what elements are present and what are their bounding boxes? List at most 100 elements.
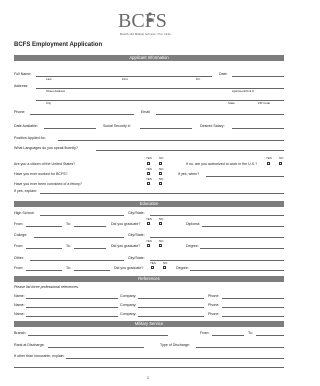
hs-graduate-label: Did you graduate? (111, 222, 141, 226)
felony-yes-caption: YES (146, 177, 152, 181)
branch-field[interactable] (28, 335, 168, 336)
other-graduate-no-checkbox[interactable] (163, 266, 167, 270)
college-label: College: (14, 233, 28, 237)
reference-2-phone-label: Phone: (208, 303, 220, 307)
military-to-field[interactable] (256, 335, 284, 336)
worked-yes-checkbox[interactable] (147, 172, 151, 176)
city-state-zip-field[interactable] (36, 100, 284, 101)
reference-3-phone-field[interactable] (222, 316, 284, 317)
high-school-label: High School: (14, 211, 35, 215)
section-references: References (14, 276, 284, 282)
desired-salary-field[interactable] (232, 128, 284, 129)
other-graduate-label: Did you graduate? (114, 266, 144, 270)
felony-yes-checkbox[interactable] (147, 182, 151, 186)
mi-caption: M.I. (196, 77, 201, 81)
other-degree-label: Degree: (176, 266, 189, 270)
college-to-label: To: (66, 244, 71, 248)
discharge-type-field[interactable] (196, 347, 284, 348)
hs-graduate-no-checkbox[interactable] (159, 222, 163, 226)
felony-no-checkbox[interactable] (159, 182, 163, 186)
reference-1-name-label: Name: (14, 294, 25, 298)
citizen-yes-caption: YES (146, 156, 152, 160)
worked-question: Have you ever worked for BCFS? (14, 172, 68, 176)
languages-field[interactable] (96, 150, 284, 151)
college-degree-field[interactable] (200, 248, 284, 249)
college-city-state-label: City/State: (128, 233, 145, 237)
high-school-city-state-field[interactable] (150, 215, 284, 216)
other-to-label: To: (66, 266, 71, 270)
reference-2-company-field[interactable] (138, 307, 204, 308)
other-from-field[interactable] (26, 270, 62, 271)
diploma-label: Diploma: (186, 222, 201, 226)
college-degree-label: Degree: (186, 244, 199, 248)
college-graduate-yes-checkbox[interactable] (147, 244, 151, 248)
hs-to-label: To: (66, 222, 71, 226)
reference-3-company-label: Company: (120, 312, 137, 316)
explain-label: If yes, explain: (14, 189, 37, 193)
apartment-caption: Apartment/Unit # (232, 89, 254, 93)
worked-no-checkbox[interactable] (159, 172, 163, 176)
reference-2-phone-field[interactable] (222, 307, 284, 308)
hs-yes-caption: YES (146, 217, 152, 221)
discharge-explain-field-2[interactable] (14, 367, 284, 368)
authorized-yes-checkbox[interactable] (267, 162, 271, 166)
ssn-label: Social Security #: (103, 124, 131, 128)
college-city-state-field[interactable] (150, 237, 284, 238)
other-education-label: Other: (14, 256, 24, 260)
reference-2-company-label: Company: (120, 303, 137, 307)
rank-field[interactable] (48, 347, 144, 348)
citizen-yes-checkbox[interactable] (147, 162, 151, 166)
rank-label: Rank at Discharge: (14, 343, 45, 347)
citizen-no-caption: NO (159, 156, 164, 160)
citizen-question: Are you a citizen of the United States? (14, 162, 76, 166)
reference-3-company-field[interactable] (138, 316, 204, 317)
phone-label: Phone: (14, 110, 26, 114)
reference-1-name-field[interactable] (26, 298, 118, 299)
reference-3-name-field[interactable] (26, 316, 118, 317)
discharge-explain-field[interactable] (66, 358, 284, 359)
high-school-field[interactable] (40, 215, 124, 216)
discharge-explain-label: If other than honorable, explain: (14, 354, 65, 358)
other-to-field[interactable] (74, 270, 110, 271)
other-degree-field[interactable] (190, 270, 284, 271)
authorized-no-checkbox[interactable] (279, 162, 283, 166)
email-field[interactable] (156, 114, 284, 115)
first-caption: First (122, 77, 128, 81)
felony-no-caption: NO (159, 177, 164, 181)
authorized-no-caption: NO (279, 156, 284, 160)
military-from-field[interactable] (212, 335, 244, 336)
citizen-no-checkbox[interactable] (159, 162, 163, 166)
reference-1-phone-field[interactable] (222, 298, 284, 299)
reference-1-company-label: Company: (120, 294, 137, 298)
zip-caption: ZIP Code (258, 101, 271, 105)
other-from-label: From: (14, 266, 24, 270)
college-field[interactable] (34, 237, 124, 238)
college-from-field[interactable] (26, 248, 62, 249)
section-applicant-information: Applicant Information (14, 55, 284, 61)
college-to-field[interactable] (74, 248, 106, 249)
when-field[interactable] (206, 176, 284, 177)
city-caption: City (46, 101, 51, 105)
email-label: Email (141, 110, 150, 114)
explain-field[interactable] (40, 193, 284, 194)
college-graduate-no-checkbox[interactable] (159, 244, 163, 248)
state-caption: State (228, 101, 235, 105)
date-field[interactable] (232, 76, 284, 77)
reference-2-name-field[interactable] (26, 307, 118, 308)
hs-from-field[interactable] (26, 226, 62, 227)
phone-field[interactable] (30, 114, 134, 115)
street-address-caption: Street Address (46, 89, 65, 93)
hs-to-field[interactable] (74, 226, 106, 227)
reference-1-company-field[interactable] (138, 298, 204, 299)
diploma-field[interactable] (202, 226, 284, 227)
ssn-field[interactable] (140, 128, 192, 129)
other-city-state-field[interactable] (150, 260, 284, 261)
page-number: 1 (147, 376, 149, 380)
position-field[interactable] (58, 140, 284, 141)
hs-graduate-yes-checkbox[interactable] (147, 222, 151, 226)
other-graduate-yes-checkbox[interactable] (151, 266, 155, 270)
date-available-field[interactable] (44, 128, 96, 129)
bcfs-logo: BCFS Health and Human Services • Est. 19… (118, 8, 180, 38)
other-education-field[interactable] (30, 260, 124, 261)
college-from-label: From: (14, 244, 24, 248)
